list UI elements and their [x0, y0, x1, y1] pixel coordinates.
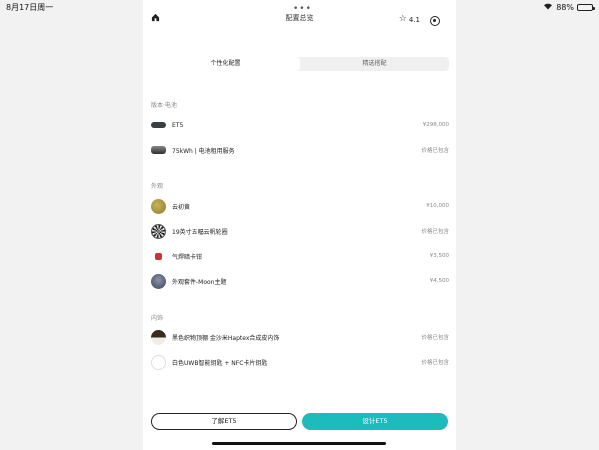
list-item[interactable]: 75kWh | 电池租用服务 价格已包含	[151, 141, 449, 159]
learn-et5-button[interactable]: 了解ET5	[151, 413, 297, 430]
caliper-thumbnail	[151, 248, 166, 264]
section-label-version: 版本·电池	[151, 102, 177, 109]
design-et5-button[interactable]: 设计ET5	[302, 413, 448, 430]
item-name: 19英寸五幅云帆轮圈	[172, 228, 228, 236]
section-label-interior: 内饰	[151, 315, 164, 322]
list-item[interactable]: 白色UWB智能钥匙 + NFC卡片钥匙 价格已包含	[151, 353, 449, 371]
rating-value: 4.1	[408, 15, 420, 24]
tab-curated[interactable]: 精选搭配	[300, 57, 449, 71]
moon-kit-thumbnail	[151, 273, 166, 289]
item-price: 价格已包含	[421, 360, 449, 366]
item-name: 白色UWB智能钥匙 + NFC卡片钥匙	[172, 359, 268, 367]
item-name: 云初黄	[172, 203, 191, 211]
item-price: ¥298,000	[422, 122, 449, 128]
list-item[interactable]: ET5 ¥298,000	[151, 116, 449, 134]
item-price: 价格已包含	[421, 148, 449, 154]
battery-pack-thumbnail	[151, 143, 166, 158]
battery-icon	[577, 3, 595, 11]
item-name: 外观套件-Moon主题	[172, 278, 227, 286]
paint-swatch-thumbnail	[151, 198, 166, 214]
item-price: ¥4,500	[429, 278, 449, 284]
item-name: 气焊暗卡钳	[172, 253, 203, 261]
item-name: 75kWh | 电池租用服务	[172, 147, 235, 155]
config-sheet: ••• 配置总览 ☆ 4.1 个性化配置 精选搭配 版本·电池 ET5 ¥298…	[143, 0, 456, 450]
wifi-icon	[543, 2, 553, 12]
key-thumbnail	[151, 354, 166, 370]
car-thumbnail	[151, 118, 166, 133]
item-price: 价格已包含	[421, 229, 449, 235]
list-item[interactable]: 气焊暗卡钳 ¥3,500	[151, 247, 449, 265]
item-price: 价格已包含	[421, 335, 449, 341]
list-item[interactable]: 19英寸五幅云帆轮圈 价格已包含	[151, 222, 449, 240]
item-price: ¥3,500	[429, 253, 449, 259]
battery-percent: 88%	[556, 2, 574, 12]
config-tabs: 个性化配置 精选搭配	[151, 57, 449, 71]
list-item[interactable]: 黑色织物顶棚 金沙米Haptex合成皮内饰 价格已包含	[151, 328, 449, 346]
tab-personalized[interactable]: 个性化配置	[151, 57, 300, 71]
list-item[interactable]: 外观套件-Moon主题 ¥4,500	[151, 272, 449, 290]
rating[interactable]: ☆ 4.1	[399, 15, 420, 24]
item-name: ET5	[172, 121, 184, 129]
home-indicator[interactable]	[212, 442, 386, 445]
nav-bar: 配置总览 ☆ 4.1	[143, 10, 456, 30]
item-price: ¥10,000	[426, 203, 449, 209]
list-item[interactable]: 云初黄 ¥10,000	[151, 197, 449, 215]
target-icon[interactable]	[430, 16, 440, 26]
star-icon: ☆	[398, 14, 407, 24]
item-name: 黑色织物顶棚 金沙米Haptex合成皮内饰	[172, 334, 280, 342]
interior-thumbnail	[151, 329, 166, 345]
wheel-thumbnail	[151, 223, 166, 239]
status-indicators: 88%	[543, 2, 595, 12]
status-time: 8月17日周一	[6, 3, 54, 12]
section-label-exterior: 外观	[151, 183, 164, 190]
